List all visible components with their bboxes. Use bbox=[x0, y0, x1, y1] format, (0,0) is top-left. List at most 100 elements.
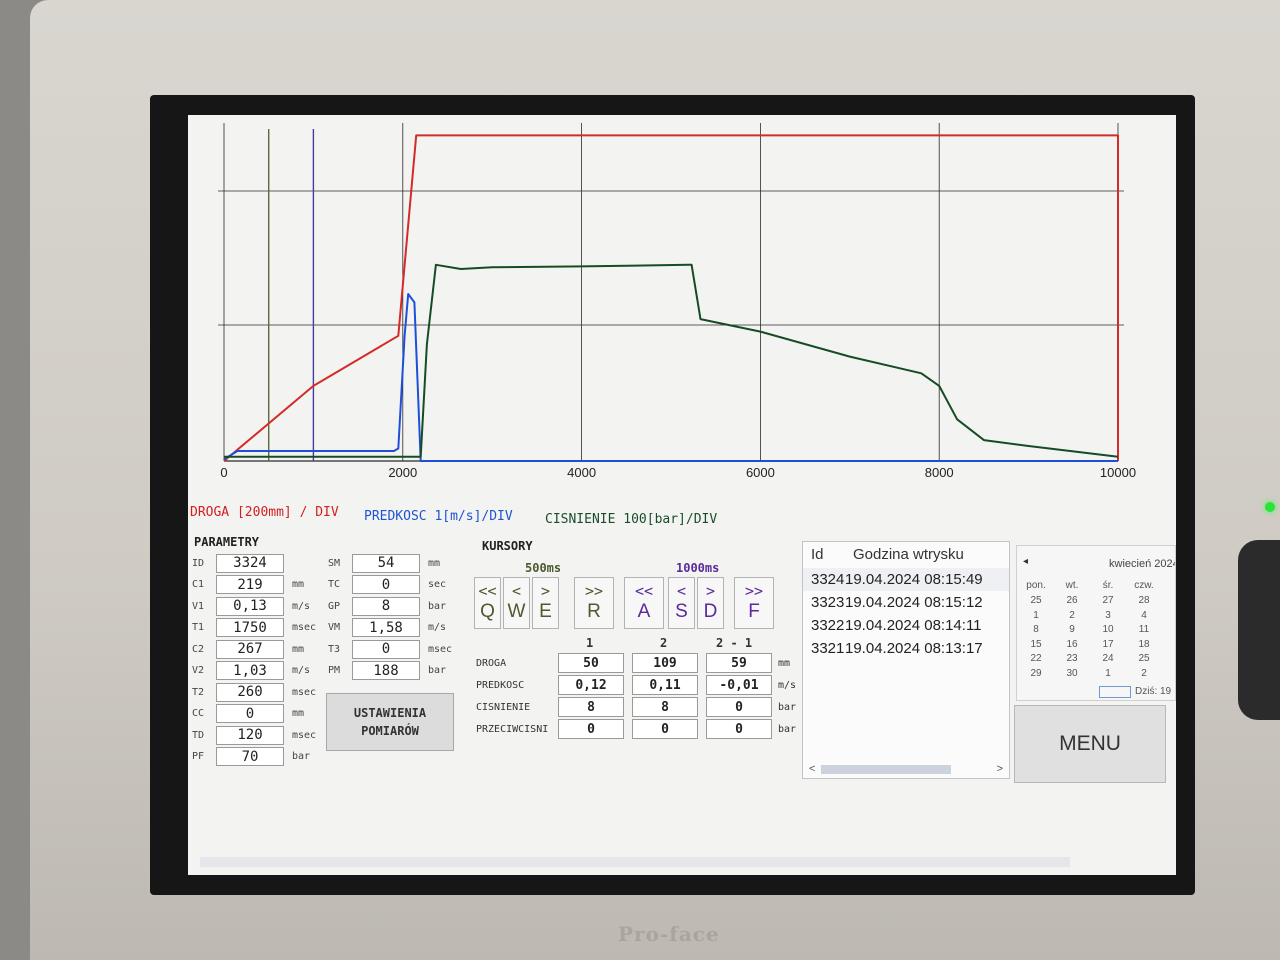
history-id: 3323 bbox=[811, 594, 845, 611]
history-time: 19.04.2024 08:14:11 bbox=[845, 617, 982, 634]
history-time: 19.04.2024 08:15:49 bbox=[845, 571, 983, 588]
calendar-day[interactable]: 23 bbox=[1057, 653, 1087, 664]
param-unit: mm bbox=[292, 643, 305, 655]
history-row[interactable]: 3324 19.04.2024 08:15:49 bbox=[803, 568, 1009, 591]
calendar-today-marker bbox=[1099, 686, 1131, 698]
calendar-day[interactable]: 8 bbox=[1021, 624, 1051, 635]
cursor-row-label: PRZECIWCISNI bbox=[476, 724, 549, 735]
param-row-t3: T3 0 msec bbox=[328, 639, 452, 659]
calendar-month: kwiecień 2024 bbox=[1109, 558, 1176, 570]
calendar-day[interactable]: 2 bbox=[1129, 668, 1159, 679]
history-id: 3321 bbox=[811, 640, 845, 657]
calendar-day[interactable]: 4 bbox=[1129, 610, 1159, 621]
cursor-button-s[interactable]: < S bbox=[668, 577, 695, 629]
calendar-day[interactable]: 30 bbox=[1057, 668, 1087, 679]
cursor-button-r[interactable]: >> R bbox=[574, 577, 614, 629]
calendar-day[interactable]: 26 bbox=[1057, 595, 1087, 606]
hmi-screen: 0 2000 4000 6000 8000 10000 DROGA [200mm] / D… bbox=[188, 115, 1176, 875]
calendar-day[interactable]: 15 bbox=[1021, 639, 1051, 650]
power-led bbox=[1265, 502, 1275, 512]
calendar-day[interactable]: 29 bbox=[1021, 668, 1051, 679]
calendar-day[interactable]: 3 bbox=[1093, 610, 1123, 621]
param-row-pm: PM 188 bar bbox=[328, 661, 446, 681]
calendar[interactable]: ◂ kwiecień 2024 pon. wt. śr. czw. 25 26 27 28 1 2… bbox=[1016, 545, 1176, 701]
calendar-day[interactable]: 10 bbox=[1093, 624, 1123, 635]
scale-droga: DROGA [200mm] / DIV bbox=[190, 505, 339, 520]
cursor-value-cell: 0 bbox=[632, 719, 698, 739]
param-unit: m/s bbox=[428, 622, 447, 633]
cursor-row-unit: bar bbox=[778, 724, 797, 735]
cursor-group-1000ms: 1000ms bbox=[676, 561, 720, 575]
scroll-left-icon[interactable]: < bbox=[809, 763, 815, 775]
cursor-button-d[interactable]: > D bbox=[697, 577, 724, 629]
param-unit: bar bbox=[292, 751, 311, 762]
calendar-day[interactable]: 25 bbox=[1129, 653, 1159, 664]
scroll-right-icon[interactable]: > bbox=[997, 763, 1003, 775]
calendar-prev-icon[interactable]: ◂ bbox=[1023, 556, 1028, 567]
param-row-v1: V1 0,13 m/s bbox=[192, 596, 310, 616]
history-id: 3324 bbox=[811, 571, 845, 588]
history-col-time: Godzina wtrysku bbox=[853, 546, 964, 563]
x-tick-label: 0 bbox=[220, 465, 227, 480]
cursor-row-label: DROGA bbox=[476, 658, 507, 669]
history-row[interactable]: 3323 19.04.2024 08:15:12 bbox=[803, 591, 1009, 614]
calendar-day[interactable]: 28 bbox=[1129, 595, 1159, 606]
x-tick-label: 8000 bbox=[925, 465, 954, 480]
cursor-button-w[interactable]: < W bbox=[503, 577, 530, 629]
history-id: 3322 bbox=[811, 617, 845, 634]
kursory-title: KURSORY bbox=[482, 539, 533, 553]
param-value: 1,03 bbox=[216, 661, 284, 680]
history-scrollbar[interactable]: < > bbox=[805, 762, 1007, 776]
cursor-value-cell: 59 bbox=[706, 653, 772, 673]
param-row-td: TD 120 msec bbox=[192, 725, 316, 745]
cursor-button-f[interactable]: >> F bbox=[734, 577, 774, 629]
calendar-today[interactable]: Dziś: 19 bbox=[1135, 686, 1171, 697]
history-row[interactable]: 3322 19.04.2024 08:14:11 bbox=[803, 614, 1009, 637]
history-row[interactable]: 3321 19.04.2024 08:13:17 bbox=[803, 637, 1009, 660]
history-col-id: Id bbox=[811, 546, 824, 563]
calendar-day[interactable]: 11 bbox=[1129, 624, 1159, 635]
cursor-button-q[interactable]: << Q bbox=[474, 577, 501, 629]
param-unit: mm bbox=[292, 708, 305, 719]
ustawienia-pomiarow-button[interactable]: USTAWIENIA POMIARÓW bbox=[326, 693, 454, 751]
parametry-title: PARAMETRY bbox=[194, 535, 260, 549]
calendar-day[interactable]: 24 bbox=[1093, 653, 1123, 664]
history-scroll-thumb[interactable] bbox=[821, 765, 951, 774]
param-row-t2: T2 260 msec bbox=[192, 682, 316, 702]
calendar-day[interactable]: 22 bbox=[1021, 653, 1051, 664]
param-value: 120 bbox=[216, 725, 284, 745]
param-label: ID bbox=[192, 557, 205, 569]
screen-scroll-track[interactable] bbox=[200, 857, 1070, 867]
calendar-day[interactable]: 1 bbox=[1021, 610, 1051, 621]
cursor-button-e[interactable]: > E bbox=[532, 577, 559, 629]
cursor-button-a[interactable]: << A bbox=[624, 577, 664, 629]
calendar-day[interactable]: 2 bbox=[1057, 610, 1087, 621]
panel-latch bbox=[1238, 540, 1280, 720]
param-row-sm: SM 54 mm bbox=[328, 553, 440, 573]
cursor-key-label: S bbox=[675, 601, 688, 622]
calendar-day[interactable]: 27 bbox=[1093, 595, 1123, 606]
cursor-arrow-icon: >> bbox=[744, 582, 764, 600]
calendar-day[interactable]: 9 bbox=[1057, 624, 1087, 635]
param-value: 260 bbox=[216, 682, 284, 702]
calendar-day[interactable]: 1 bbox=[1093, 668, 1123, 679]
param-unit: mm bbox=[292, 579, 305, 590]
calendar-day[interactable]: 25 bbox=[1021, 595, 1051, 606]
param-label: T1 bbox=[192, 622, 205, 633]
screen-scrollbar[interactable] bbox=[188, 853, 1176, 869]
calendar-day[interactable]: 17 bbox=[1093, 639, 1123, 650]
param-label: C1 bbox=[192, 579, 205, 590]
calendar-day[interactable]: 18 bbox=[1129, 639, 1159, 650]
cursor-value-cell: 0 bbox=[706, 697, 772, 717]
shot-history-list[interactable]: Id Godzina wtrysku 3324 19.04.2024 08:15:… bbox=[802, 541, 1010, 779]
ustawienia-button-line1: USTAWIENIA bbox=[353, 706, 427, 720]
param-row-c2: C2 267 mm bbox=[192, 639, 304, 659]
menu-button[interactable]: MENU bbox=[1014, 705, 1166, 783]
cursor-key-label: Q bbox=[480, 601, 495, 622]
cursor-arrow-icon: < bbox=[676, 582, 687, 600]
param-value: 3324 bbox=[216, 553, 284, 573]
param-unit: mm bbox=[428, 557, 441, 569]
calendar-day[interactable]: 16 bbox=[1057, 639, 1087, 650]
param-label: PF bbox=[192, 751, 205, 762]
param-row-tc: TC 0 sec bbox=[328, 575, 446, 595]
